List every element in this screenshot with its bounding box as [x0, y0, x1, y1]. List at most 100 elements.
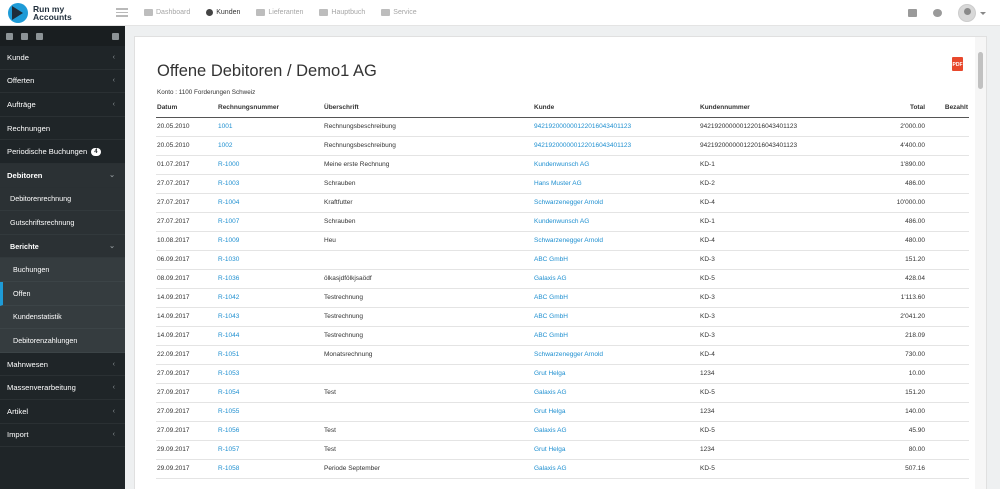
cell-kunde[interactable]: Galaxis AG	[533, 269, 699, 289]
sidebar-item-kundenstatistik[interactable]: Kundenstatistik	[0, 306, 125, 330]
cell-rechnungsnummer[interactable]: 1001	[217, 117, 323, 137]
cell-kunde[interactable]: 94219200000012201604340​1123	[533, 117, 699, 137]
sidebar-item-gutschriftsrechnung[interactable]: Gutschriftsrechnung	[0, 211, 125, 235]
bell-icon[interactable]	[6, 32, 13, 40]
sidebar-item-debitoren[interactable]: Debitoren ⌄	[0, 163, 125, 188]
cell-kunde[interactable]: Grut Helga	[533, 440, 699, 460]
logo[interactable]: Run my Accounts	[0, 0, 125, 26]
sidebar-item-berichte[interactable]: Berichte ⌄	[0, 234, 125, 259]
sidebar-item-buchungen[interactable]: Buchungen	[0, 258, 125, 282]
list-icon[interactable]	[112, 32, 119, 40]
scrollbar-thumb[interactable]	[978, 52, 983, 89]
cell-rechnungsnummer[interactable]: R-1054	[217, 383, 323, 403]
cell-kunde[interactable]: Schwarzenegger Arnold	[533, 193, 699, 213]
sidebar-item-periodische-buchungen[interactable]: Periodische Buchungen 4	[0, 140, 125, 164]
cell-kunde[interactable]: Hans Muster AG	[533, 174, 699, 194]
cell-kunde[interactable]: ABC GmbH	[533, 288, 699, 308]
table-row[interactable]: 08.09.2017 R-1036 ölkasjdfölkjsaödf Galaxis…	[156, 269, 969, 289]
cell-rechnungsnummer[interactable]: R-1058	[217, 459, 323, 479]
user-avatar[interactable]	[958, 4, 976, 22]
table-row[interactable]: 06.09.2017 R-1030 ABC GmbH KD-3 151.20	[156, 250, 969, 270]
table-row[interactable]: 27.07.2017 R-1004 Kraftfutter Schwarzenegge…	[156, 193, 969, 213]
cell-rechnungsnummer[interactable]: R-1044	[217, 326, 323, 346]
table-row[interactable]: 20.05.2010 1001 Rechnungsbeschreibung 94219…	[156, 117, 969, 137]
nav-dashboard[interactable]: Dashboard	[144, 9, 190, 16]
sidebar-item-artikel[interactable]: Artikel ‹	[0, 400, 125, 424]
cell-kunde[interactable]: Kundenwunsch AG	[533, 155, 699, 175]
nav-lieferanten[interactable]: Lieferanten	[256, 9, 303, 16]
col-datum[interactable]: Datum	[156, 99, 217, 118]
gear-icon[interactable]	[21, 32, 28, 40]
cell-kunde[interactable]: ABC GmbH	[533, 250, 699, 270]
table-row[interactable]: 29.09.2017 R-1058 Periode September Galaxis…	[156, 459, 969, 479]
sidebar-item-debitorenrechnung[interactable]: Debitorenrechnung	[0, 188, 125, 212]
col-kundennummer[interactable]: Kundennummer	[699, 99, 838, 118]
table-row[interactable]: 14.09.2017 R-1042 Testrechnung ABC GmbH KD-3…	[156, 288, 969, 308]
table-row[interactable]: 27.09.2017 R-1053 Grut Helga 1234 10.00	[156, 364, 969, 384]
col-kunde[interactable]: Kunde	[533, 99, 699, 118]
cell-kunde[interactable]: ABC GmbH	[533, 326, 699, 346]
cell-rechnungsnummer[interactable]: R-1036	[217, 269, 323, 289]
table-row[interactable]: 27.07.2017 R-1007 Schrauben Kundenwunsch AG…	[156, 212, 969, 232]
table-row[interactable]: 27.09.2017 R-1054 Test Galaxis AG KD-5 151.20	[156, 383, 969, 403]
cell-kunde[interactable]: Grut Helga	[533, 364, 699, 384]
cell-rechnungsnummer[interactable]: R-1030	[217, 250, 323, 270]
cell-rechnungsnummer[interactable]: R-1042	[217, 288, 323, 308]
cell-kunde[interactable]: ABC GmbH	[533, 307, 699, 327]
sidebar-item-kunde[interactable]: Kunde ‹	[0, 46, 125, 70]
sidebar-item-aufträge[interactable]: Aufträge ‹	[0, 93, 125, 117]
cell-rechnungsnummer[interactable]: R-1057	[217, 440, 323, 460]
table-row[interactable]: 27.09.2017 R-1055 Grut Helga 1234 140.00	[156, 402, 969, 422]
pdf-export-icon[interactable]: PDF	[952, 57, 963, 71]
cell-rechnungsnummer[interactable]: 1002	[217, 136, 323, 156]
col-bezahlt[interactable]: Bezahlt	[929, 99, 969, 118]
cell-rechnungsnummer[interactable]: R-1051	[217, 345, 323, 365]
sidebar-item-massenverarbeitung[interactable]: Massenverarbeitung ‹	[0, 376, 125, 400]
table-row[interactable]: 10.08.2017 R-1009 Heu Schwarzenegger Arnold…	[156, 231, 969, 251]
cell-rechnungsnummer[interactable]: R-1053	[217, 364, 323, 384]
col-rechnungsnummer[interactable]: Rechnungsnummer	[217, 99, 323, 118]
cell-kunde[interactable]: Grut Helga	[533, 402, 699, 422]
cell-rechnungsnummer[interactable]: R-1009	[217, 231, 323, 251]
sidebar-item-import[interactable]: Import ‹	[0, 424, 125, 448]
avatar-caret-icon[interactable]	[980, 11, 986, 15]
col-ueberschrift[interactable]: Überschrift	[323, 99, 533, 118]
table-row[interactable]: 20.05.2010 1002 Rechnungsbeschreibung 94219…	[156, 136, 969, 156]
cell-kunde[interactable]: Galaxis AG	[533, 383, 699, 403]
table-row[interactable]: 29.09.2017 R-1057 Test Grut Helga 1234 80.00	[156, 440, 969, 460]
cell-kunde[interactable]: 942192000000122016043401123	[533, 136, 699, 156]
cell-kunde[interactable]: Kundenwunsch AG	[533, 212, 699, 232]
cell-rechnungsnummer[interactable]: R-1003	[217, 174, 323, 194]
cell-kunde[interactable]: Galaxis AG	[533, 459, 699, 479]
nav-label: Service	[393, 9, 417, 16]
table-row[interactable]: 22.09.2017 R-1051 Monatsrechnung Schwarzene…	[156, 345, 969, 365]
col-total[interactable]: Total	[838, 99, 929, 118]
menu-toggle-icon[interactable]	[116, 8, 128, 17]
sidebar-item-offen[interactable]: Offen	[0, 281, 125, 306]
chat-icon[interactable]	[933, 9, 942, 17]
cell-kunde[interactable]: Schwarzenegger Arnold	[533, 231, 699, 251]
cell-rechnungsnummer[interactable]: R-1055	[217, 402, 323, 422]
table-row[interactable]: 27.09.2017 R-1056 Test Galaxis AG KD-5 45.90	[156, 421, 969, 441]
sidebar-item-debitorenzahlungen[interactable]: Debitorenzahlungen	[0, 329, 125, 353]
table-row[interactable]: 27.07.2017 R-1003 Schrauben Hans Muster AG K…	[156, 174, 969, 194]
sidebar-item-mahnwesen[interactable]: Mahnwesen ‹	[0, 353, 125, 377]
nav-hauptbuch[interactable]: Hauptbuch	[319, 9, 365, 16]
cell-rechnungsnummer[interactable]: R-1004	[217, 193, 323, 213]
cell-rechnungsnummer[interactable]: R-1007	[217, 212, 323, 232]
database-icon[interactable]	[36, 32, 43, 40]
cell-kunde[interactable]: Schwarzenegger Arnold	[533, 345, 699, 365]
cell-rechnungsnummer[interactable]: R-1043	[217, 307, 323, 327]
nav-service[interactable]: Service	[381, 9, 417, 16]
table-row[interactable]: 14.09.2017 R-1044 Testrechnung ABC GmbH KD-3…	[156, 326, 969, 346]
scrollbar[interactable]	[975, 37, 986, 489]
sidebar-item-offerten[interactable]: Offerten ‹	[0, 70, 125, 94]
cell-rechnungsnummer[interactable]: R-1000	[217, 155, 323, 175]
table-row[interactable]: 14.09.2017 R-1043 Testrechnung ABC GmbH KD-3…	[156, 307, 969, 327]
sidebar-item-rechnungen[interactable]: Rechnungen	[0, 117, 125, 141]
nav-kunden[interactable]: Kunden	[206, 9, 240, 16]
cell-rechnungsnummer[interactable]: R-1056	[217, 421, 323, 441]
cell-kunde[interactable]: Galaxis AG	[533, 421, 699, 441]
gift-icon[interactable]	[908, 9, 917, 17]
table-row[interactable]: 01.07.2017 R-1000 Meine erste Rechnung Kund…	[156, 155, 969, 175]
